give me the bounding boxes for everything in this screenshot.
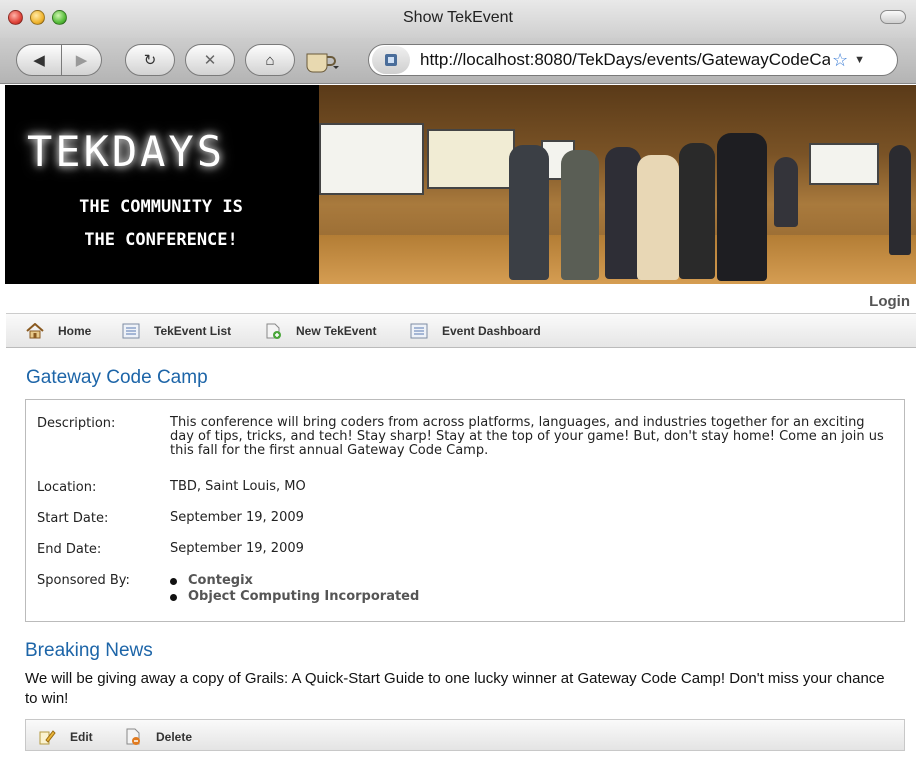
edit-button[interactable]: Edit — [38, 728, 93, 746]
sponsor-item: Object Computing Incorporated — [170, 589, 890, 605]
conference-photo — [319, 85, 916, 284]
tagline-line-1: THE COMMUNITY IS — [79, 197, 243, 217]
delete-button[interactable]: Delete — [124, 728, 192, 746]
bullet-icon — [170, 593, 177, 601]
new-document-icon — [264, 323, 282, 339]
description-label: Description: — [37, 416, 116, 431]
nav-event-dashboard[interactable]: Event Dashboard — [410, 323, 541, 339]
breaking-news-body: We will be giving away a copy of Grails:… — [25, 670, 885, 707]
nav-event-dashboard-label: Event Dashboard — [442, 324, 541, 338]
site-banner: TEKDAYS THE COMMUNITY IS THE CONFERENCE! — [5, 85, 916, 284]
nav-tekevent-list[interactable]: TekEvent List — [122, 323, 231, 339]
sponsor-link-oci[interactable]: Object Computing Incorporated — [188, 590, 419, 604]
main-nav: Home TekEvent List New TekEvent Event Da… — [6, 313, 916, 348]
back-arrow-icon: ◀ — [33, 52, 45, 69]
delete-icon — [124, 728, 142, 746]
reload-icon: ↻ — [143, 52, 157, 69]
sponsor-link-contegix[interactable]: Contegix — [188, 574, 253, 588]
home-icon — [26, 323, 44, 339]
delete-label: Delete — [156, 730, 193, 744]
nav-new-tekevent[interactable]: New TekEvent — [264, 323, 376, 339]
site-logo: TEKDAYS — [27, 127, 226, 176]
dashboard-icon — [410, 323, 428, 339]
edit-label: Edit — [70, 730, 93, 744]
nav-tekevent-list-label: TekEvent List — [154, 324, 232, 338]
history-dropdown-icon[interactable]: ▼ — [854, 54, 865, 66]
mug-extension-icon[interactable] — [303, 48, 343, 74]
house-icon: ⌂ — [265, 51, 275, 69]
reload-button[interactable]: ↻ — [125, 44, 175, 76]
location-value: TBD, Saint Louis, MO — [170, 479, 306, 494]
stop-icon: ✕ — [203, 52, 217, 69]
description-value: This conference will bring coders from a… — [170, 415, 884, 458]
sponsor-item: Contegix — [170, 573, 890, 589]
sponsor-list: Contegix Object Computing Incorporated — [170, 573, 890, 605]
login-link[interactable]: Login — [869, 293, 910, 310]
end-date-value: September 19, 2009 — [170, 541, 304, 556]
toolbar-toggle-button[interactable] — [880, 10, 906, 24]
browser-home-button[interactable]: ⌂ — [245, 44, 295, 76]
address-bar[interactable]: http://localhost:8080/TekDays/events/Gat… — [368, 44, 898, 76]
list-icon — [122, 323, 140, 339]
nav-home-label: Home — [58, 324, 92, 338]
back-button[interactable]: ◀ — [16, 44, 62, 76]
window-title: Show TekEvent — [403, 9, 513, 26]
window-titlebar: Show TekEvent — [0, 0, 916, 38]
forward-button[interactable]: ▶ — [62, 44, 102, 76]
forward-arrow-icon: ▶ — [75, 52, 88, 69]
start-date-value: September 19, 2009 — [170, 510, 304, 525]
event-title: Gateway Code Camp — [26, 367, 208, 388]
breaking-news-heading: Breaking News — [25, 640, 153, 661]
bookmark-star-icon[interactable]: ☆ — [832, 50, 848, 71]
stop-button[interactable]: ✕ — [185, 44, 235, 76]
url-text[interactable]: http://localhost:8080/TekDays/events/Gat… — [420, 50, 830, 70]
event-details: Description: This conference will bring … — [25, 399, 905, 622]
pencil-icon — [38, 728, 56, 746]
nav-home[interactable]: Home — [26, 323, 91, 339]
browser-toolbar: ◀ ▶ ↻ ✕ ⌂ http://localhost:8080/TekDays/… — [0, 38, 916, 84]
location-label: Location: — [37, 480, 97, 495]
end-date-label: End Date: — [37, 542, 102, 557]
sponsored-by-label: Sponsored By: — [37, 573, 130, 588]
tagline-line-2: THE CONFERENCE! — [84, 230, 238, 250]
action-bar: Edit Delete — [25, 719, 905, 751]
site-identity-icon[interactable] — [372, 46, 410, 74]
nav-new-tekevent-label: New TekEvent — [296, 324, 377, 338]
start-date-label: Start Date: — [37, 511, 109, 526]
bullet-icon — [170, 577, 177, 585]
